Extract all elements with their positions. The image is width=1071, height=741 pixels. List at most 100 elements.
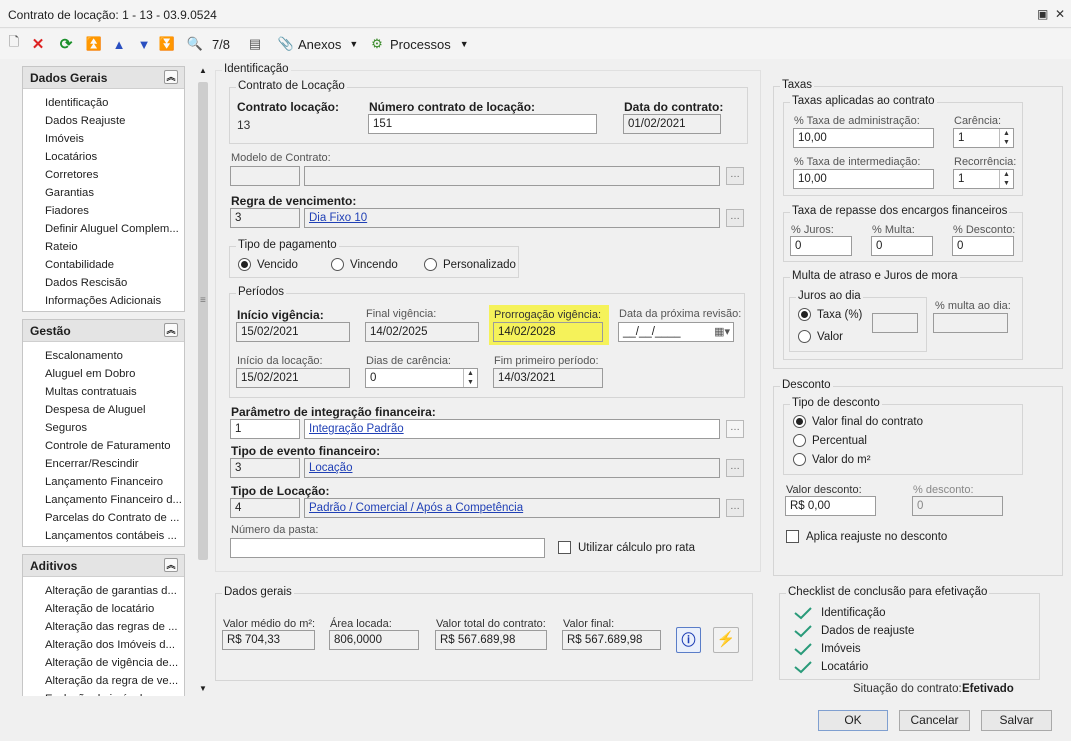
radio-personalizado[interactable]: Personalizado [424,258,516,271]
radio-valor[interactable]: Valor [798,330,843,343]
sidebar-item[interactable]: Definir Aluguel Complem... [23,220,184,238]
sidebar-item[interactable]: Locatários [23,148,184,166]
new-document-icon[interactable]: 🗋 [6,34,22,54]
param-code-input[interactable]: 1 [230,419,300,439]
sidebar-item[interactable]: Dados Rescisão [23,274,184,292]
first-record-icon[interactable]: ⏫ [86,34,102,54]
carencia-input[interactable]: 1 ▲ ▼ [953,128,1014,148]
multa-input[interactable]: 0 [871,236,933,256]
collapse-icon[interactable]: ︽ [164,323,178,337]
scroll-up-icon[interactable]: ▲ [199,66,207,75]
radio-valor-m2[interactable]: Valor do m² [793,453,871,466]
info-icon[interactable]: ⓘ [676,627,701,653]
scroll-thumb[interactable] [198,82,208,560]
collapse-icon[interactable]: ︽ [164,70,178,84]
restore-icon[interactable]: ▣ [1037,7,1048,21]
data-contrato-input[interactable]: 01/02/2021 [623,114,721,134]
desconto-repasse-input[interactable]: 0 [952,236,1014,256]
regra-code-input[interactable]: 3 [230,208,300,228]
scroll-down-icon[interactable]: ▼ [199,684,207,693]
tipo-locacao-code-input[interactable]: 4 [230,498,300,518]
perc-desconto-input[interactable]: 0 [912,496,1003,516]
sidebar-item[interactable]: Rateio [23,238,184,256]
section-header[interactable]: Aditivos ︽ [23,555,184,577]
sidebar-item[interactable]: Alteração de vigência de... [23,654,184,672]
modelo-code-input[interactable] [230,166,300,186]
valor-total-input[interactable]: R$ 567.689,98 [435,630,547,650]
radio-taxa[interactable]: Taxa (%) [798,308,862,321]
sidebar-item[interactable]: Fiadores [23,202,184,220]
valor-final-input[interactable]: R$ 567.689,98 [562,630,661,650]
anexos-menu[interactable]: Anexos ▼ [298,34,358,54]
param-desc-input[interactable]: Integração Padrão [304,419,720,439]
modelo-desc-input[interactable] [304,166,720,186]
sidebar-item[interactable]: Seguros [23,419,184,437]
sidebar-item[interactable]: Alteração dos Imóveis d... [23,636,184,654]
sidebar-item[interactable]: Controle de Faturamento [23,437,184,455]
prorata-checkbox[interactable]: Utilizar cálculo pro rata [558,541,695,554]
sidebar-item[interactable]: Imóveis [23,130,184,148]
pasta-input[interactable] [230,538,545,558]
sidebar-item[interactable]: Aluguel em Dobro [23,365,184,383]
sidebar-item[interactable]: Lançamento Financeiro [23,473,184,491]
refresh-icon[interactable]: ⟳ [58,34,74,54]
multa-dia-input[interactable] [933,313,1008,333]
paperclip-icon[interactable]: 📎 [278,34,294,54]
sidebar-item[interactable]: Dados Reajuste [23,112,184,130]
revisao-date-input[interactable]: __/__/____ ▦▾ [618,322,734,342]
sidebar-item[interactable]: Alteração das regras de ... [23,618,184,636]
evento-desc-input[interactable]: Locação [304,458,720,478]
section-header[interactable]: Dados Gerais ︽ [23,67,184,89]
previous-record-icon[interactable]: ▲ [111,34,127,54]
sidebar-item[interactable]: Escalonamento [23,347,184,365]
taxa-adm-input[interactable]: 10,00 [793,128,934,148]
sidebar-scrollbar[interactable]: ▲ ▼ [196,66,210,696]
prorrogacao-input[interactable]: 14/02/2028 [493,322,603,342]
radio-percentual[interactable]: Percentual [793,434,867,447]
sidebar-item[interactable]: Alteração de locatário [23,600,184,618]
regra-browse-button[interactable]: … [726,209,744,227]
next-record-icon[interactable]: ▼ [136,34,152,54]
sidebar-item[interactable]: Despesa de Aluguel [23,401,184,419]
tipo-locacao-link[interactable]: Padrão / Comercial / Após a Competência [309,502,523,514]
final-vigencia-input[interactable]: 14/02/2025 [365,322,479,342]
last-record-icon[interactable]: ⏬ [159,34,175,54]
sidebar-item[interactable]: Lançamento Financeiro d... [23,491,184,509]
report-icon[interactable]: ▤ [248,34,262,54]
processos-gear-icon[interactable]: ⚙ [368,34,386,54]
regra-link[interactable]: Dia Fixo 10 [309,212,367,224]
sidebar-item[interactable]: Contabilidade [23,256,184,274]
juros-dia-input[interactable] [872,313,918,333]
sidebar-item[interactable]: Garantias [23,184,184,202]
processos-menu[interactable]: Processos ▼ [390,34,470,54]
tipo-locacao-desc-input[interactable]: Padrão / Comercial / Após a Competência [304,498,720,518]
spinner-icon[interactable]: ▲ ▼ [463,369,477,387]
sidebar-item[interactable]: Corretores [23,166,184,184]
spinner-icon[interactable]: ▲ ▼ [999,129,1013,147]
carencia-dias-input[interactable]: 0 ▲ ▼ [365,368,478,388]
tipo-locacao-browse-button[interactable]: … [726,499,744,517]
fim-periodo-input[interactable]: 14/03/2021 [493,368,603,388]
salvar-button[interactable]: Salvar [981,710,1052,731]
recorrencia-input[interactable]: 1 ▲ ▼ [953,169,1014,189]
drag-handle-icon[interactable]: ≡ [200,295,206,306]
calendar-icon[interactable]: ▦▾ [714,325,730,338]
sidebar-item[interactable]: Informações Adicionais [23,292,184,310]
radio-vencido[interactable]: Vencido [238,258,298,271]
inicio-vigencia-input[interactable]: 15/02/2021 [236,322,350,342]
delete-icon[interactable]: ✕ [30,34,46,54]
sidebar-item[interactable]: Encerrar/Rescindir [23,455,184,473]
evento-code-input[interactable]: 3 [230,458,300,478]
collapse-icon[interactable]: ︽ [164,558,178,572]
sidebar-item[interactable]: Alteração da regra de ve... [23,672,184,690]
numero-contrato-input[interactable]: 151 [368,114,597,134]
sidebar-item[interactable]: Lançamentos contábeis ... [23,527,184,545]
ok-button[interactable]: OK [818,710,888,731]
valor-desconto-input[interactable]: R$ 0,00 [785,496,876,516]
aplica-reajuste-checkbox[interactable]: Aplica reajuste no desconto [786,530,947,543]
evento-browse-button[interactable]: … [726,459,744,477]
sidebar-item[interactable]: Exclusão de imóvel [23,690,184,696]
sidebar-item[interactable]: Identificação [23,94,184,112]
binoculars-icon[interactable]: 🔍 [186,34,204,54]
inicio-locacao-input[interactable]: 15/02/2021 [236,368,350,388]
